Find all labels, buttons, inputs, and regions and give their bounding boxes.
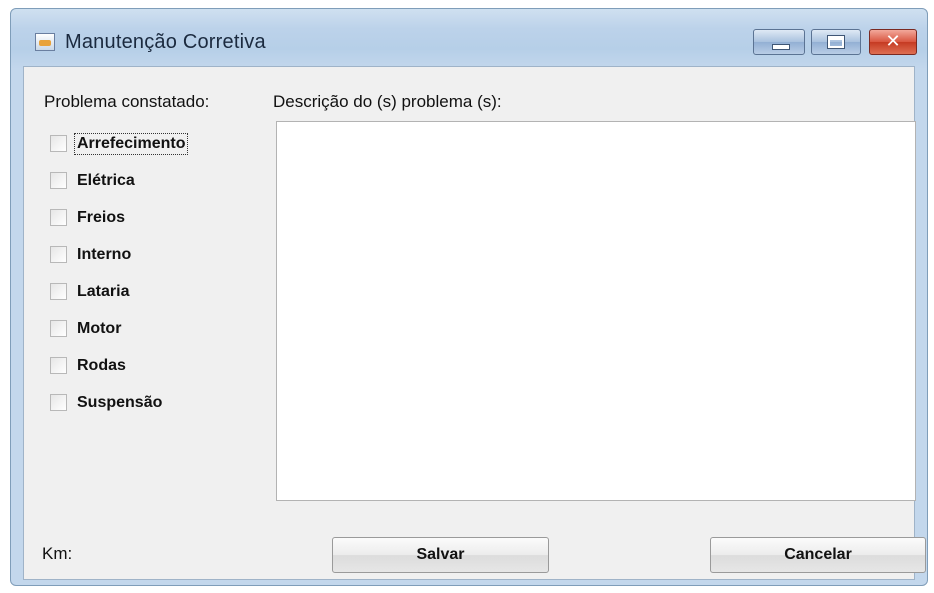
dialog-window: Manutenção Corretiva ✕ Problema constata… [10,8,928,586]
minimize-icon [772,44,790,50]
checkbox-interno[interactable]: Interno [50,236,187,273]
checkbox-label[interactable]: Interno [75,245,133,265]
window-title: Manutenção Corretiva [65,31,266,53]
form-panel: Problema constatado: Descrição do (s) pr… [23,66,926,580]
save-button[interactable]: Salvar [332,537,549,573]
cancel-button[interactable]: Cancelar [710,537,926,573]
title-bar[interactable]: Manutenção Corretiva ✕ [11,9,927,65]
java-app-icon [35,33,55,51]
descricao-label: Descrição do (s) problema (s): [273,92,502,111]
checkbox-box[interactable] [50,357,67,374]
checkbox-box[interactable] [50,283,67,300]
minimize-button[interactable] [753,29,805,55]
checkbox-motor[interactable]: Motor [50,310,187,347]
checkbox-box[interactable] [50,135,67,152]
checkbox-box[interactable] [50,172,67,189]
checkbox-label[interactable]: Rodas [75,356,128,376]
checkbox-label[interactable]: Arrefecimento [73,132,189,155]
problem-checkbox-list: Arrefecimento Elétrica Freios Interno La… [50,125,189,421]
problema-constatado-label: Problema constatado: [44,92,210,111]
checkbox-rodas[interactable]: Rodas [50,347,187,384]
checkbox-box[interactable] [50,394,67,411]
maximize-icon [827,35,845,49]
close-icon: ✕ [885,31,901,52]
maximize-button[interactable] [811,29,861,55]
descricao-textarea[interactable] [276,121,916,501]
checkbox-box[interactable] [50,246,67,263]
checkbox-freios[interactable]: Freios [50,199,187,236]
checkbox-suspensao[interactable]: Suspensão [50,384,187,421]
checkbox-box[interactable] [50,209,67,226]
checkbox-label[interactable]: Lataria [75,282,131,302]
checkbox-label[interactable]: Suspensão [75,393,164,413]
km-label: Km: [42,544,73,563]
checkbox-label[interactable]: Freios [75,208,127,228]
checkbox-box[interactable] [50,320,67,337]
checkbox-eletrica[interactable]: Elétrica [50,162,187,199]
checkbox-arrefecimento[interactable]: Arrefecimento [50,125,189,162]
checkbox-label[interactable]: Motor [75,319,123,339]
checkbox-lataria[interactable]: Lataria [50,273,187,310]
checkbox-label[interactable]: Elétrica [75,171,137,191]
close-button[interactable]: ✕ [869,29,917,55]
